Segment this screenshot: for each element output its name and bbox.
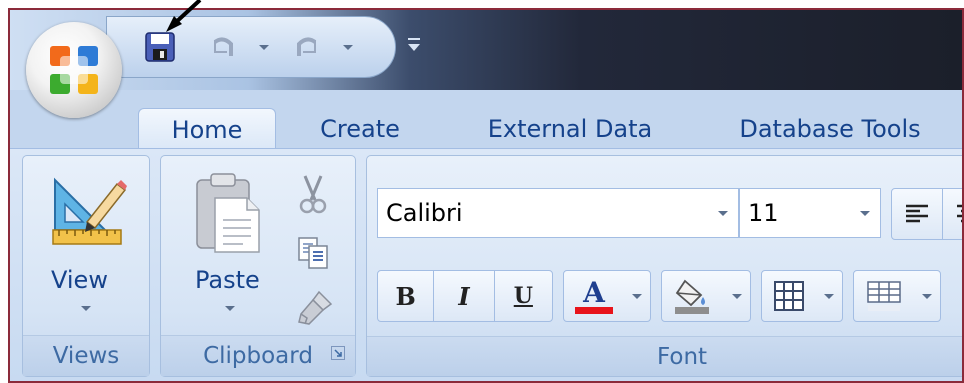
text-style-group: B I U bbox=[377, 270, 553, 322]
alternate-row-color-icon bbox=[867, 281, 901, 311]
font-color-dropdown[interactable] bbox=[624, 271, 650, 321]
alternate-row-color-dropdown[interactable] bbox=[914, 271, 940, 321]
design-view-icon bbox=[52, 177, 127, 245]
underline-label: U bbox=[513, 283, 533, 309]
align-left-icon bbox=[906, 204, 928, 223]
italic-button[interactable]: I bbox=[433, 271, 493, 321]
font-size-combo[interactable]: 11 bbox=[739, 188, 881, 238]
view-dropdown-arrow bbox=[81, 306, 91, 311]
save-icon bbox=[145, 32, 175, 62]
font-name-dropdown-icon[interactable] bbox=[708, 189, 738, 237]
views-group-label: Views bbox=[23, 335, 149, 376]
copy-button[interactable] bbox=[295, 234, 331, 270]
italic-label: I bbox=[458, 281, 470, 311]
undo-button[interactable] bbox=[207, 31, 237, 63]
gridlines-button[interactable] bbox=[761, 270, 843, 322]
copy-icon bbox=[298, 237, 328, 269]
fill-bucket-icon bbox=[675, 279, 709, 314]
office-logo-icon bbox=[50, 46, 98, 94]
font-size-dropdown-icon[interactable] bbox=[850, 189, 880, 237]
paste-dropdown-arrow bbox=[225, 306, 235, 311]
paste-button-label: Paste bbox=[195, 266, 260, 294]
tab-database-tools-label: Database Tools bbox=[739, 115, 921, 143]
title-bar bbox=[10, 10, 962, 90]
font-color-button[interactable]: A bbox=[563, 270, 651, 322]
ribbon-home: View Views Paste Clipboard Calibri 11 B … bbox=[10, 148, 962, 381]
fill-color-dropdown-arrow bbox=[732, 293, 742, 299]
format-painter-icon bbox=[298, 290, 333, 325]
underline-button[interactable]: U bbox=[493, 271, 552, 321]
fill-color-main[interactable] bbox=[662, 271, 724, 321]
bold-label: B bbox=[395, 281, 416, 311]
customize-qat-button[interactable] bbox=[406, 34, 422, 56]
paste-button[interactable]: Paste bbox=[165, 156, 289, 336]
tab-database-tools[interactable]: Database Tools bbox=[710, 108, 950, 150]
format-painter-button[interactable] bbox=[295, 288, 335, 328]
paste-icon bbox=[196, 173, 260, 253]
align-left-button[interactable] bbox=[892, 189, 942, 239]
redo-dropdown-arrow[interactable] bbox=[343, 45, 353, 50]
bold-button[interactable]: B bbox=[378, 271, 433, 321]
redo-button[interactable] bbox=[293, 31, 323, 63]
gridlines-dropdown[interactable] bbox=[816, 271, 842, 321]
view-button-label: View bbox=[51, 266, 108, 294]
alternate-row-color-dropdown-arrow bbox=[922, 293, 932, 299]
customize-qat-icon bbox=[408, 38, 420, 51]
clipboard-group-label: Clipboard bbox=[161, 335, 355, 376]
tab-home[interactable]: Home bbox=[138, 108, 276, 151]
quick-access-toolbar bbox=[106, 16, 396, 78]
alignment-group bbox=[891, 188, 962, 240]
font-color-swatch bbox=[575, 306, 613, 314]
tab-create[interactable]: Create bbox=[300, 108, 420, 150]
ribbon-tab-row: Home Create External Data Database Tools bbox=[10, 90, 962, 151]
undo-dropdown-arrow[interactable] bbox=[259, 45, 269, 50]
font-size-value: 11 bbox=[748, 199, 779, 227]
tab-external-data-label: External Data bbox=[487, 115, 653, 143]
alternate-row-color-button[interactable] bbox=[853, 270, 941, 322]
gridlines-dropdown-arrow bbox=[824, 293, 834, 299]
clipboard-group-title: Clipboard bbox=[203, 343, 313, 369]
pointer-arrow-annotation bbox=[166, 0, 202, 32]
gridlines-main[interactable] bbox=[762, 271, 816, 321]
access-window: Home Create External Data Database Tools bbox=[8, 8, 964, 383]
alternate-row-color-main[interactable] bbox=[854, 271, 914, 321]
font-group: Calibri 11 B I U A Font bbox=[366, 155, 962, 377]
views-group: View Views bbox=[22, 155, 150, 377]
tab-external-data[interactable]: External Data bbox=[460, 108, 680, 150]
office-button[interactable] bbox=[26, 22, 122, 118]
font-name-combo[interactable]: Calibri bbox=[377, 188, 739, 238]
font-color-dropdown-arrow bbox=[632, 293, 642, 299]
cut-button[interactable] bbox=[295, 174, 331, 214]
clipboard-group: Paste Clipboard bbox=[160, 155, 356, 377]
view-button[interactable]: View bbox=[23, 156, 149, 336]
dialog-launcher-icon bbox=[334, 349, 342, 357]
undo-icon bbox=[213, 37, 233, 56]
fill-color-dropdown[interactable] bbox=[724, 271, 750, 321]
align-center-icon bbox=[957, 204, 962, 223]
font-color-letter: A bbox=[583, 275, 605, 309]
font-color-main[interactable]: A bbox=[564, 271, 624, 321]
font-name-value: Calibri bbox=[386, 199, 463, 227]
redo-icon bbox=[297, 37, 317, 56]
font-group-label: Font bbox=[367, 336, 962, 376]
clipboard-dialog-launcher[interactable] bbox=[331, 346, 345, 360]
tab-home-label: Home bbox=[171, 116, 243, 144]
tab-create-label: Create bbox=[320, 115, 400, 143]
fill-color-button[interactable] bbox=[661, 270, 751, 322]
gridlines-icon bbox=[774, 281, 804, 311]
align-center-button[interactable] bbox=[942, 189, 962, 239]
scissors-icon bbox=[299, 175, 327, 214]
